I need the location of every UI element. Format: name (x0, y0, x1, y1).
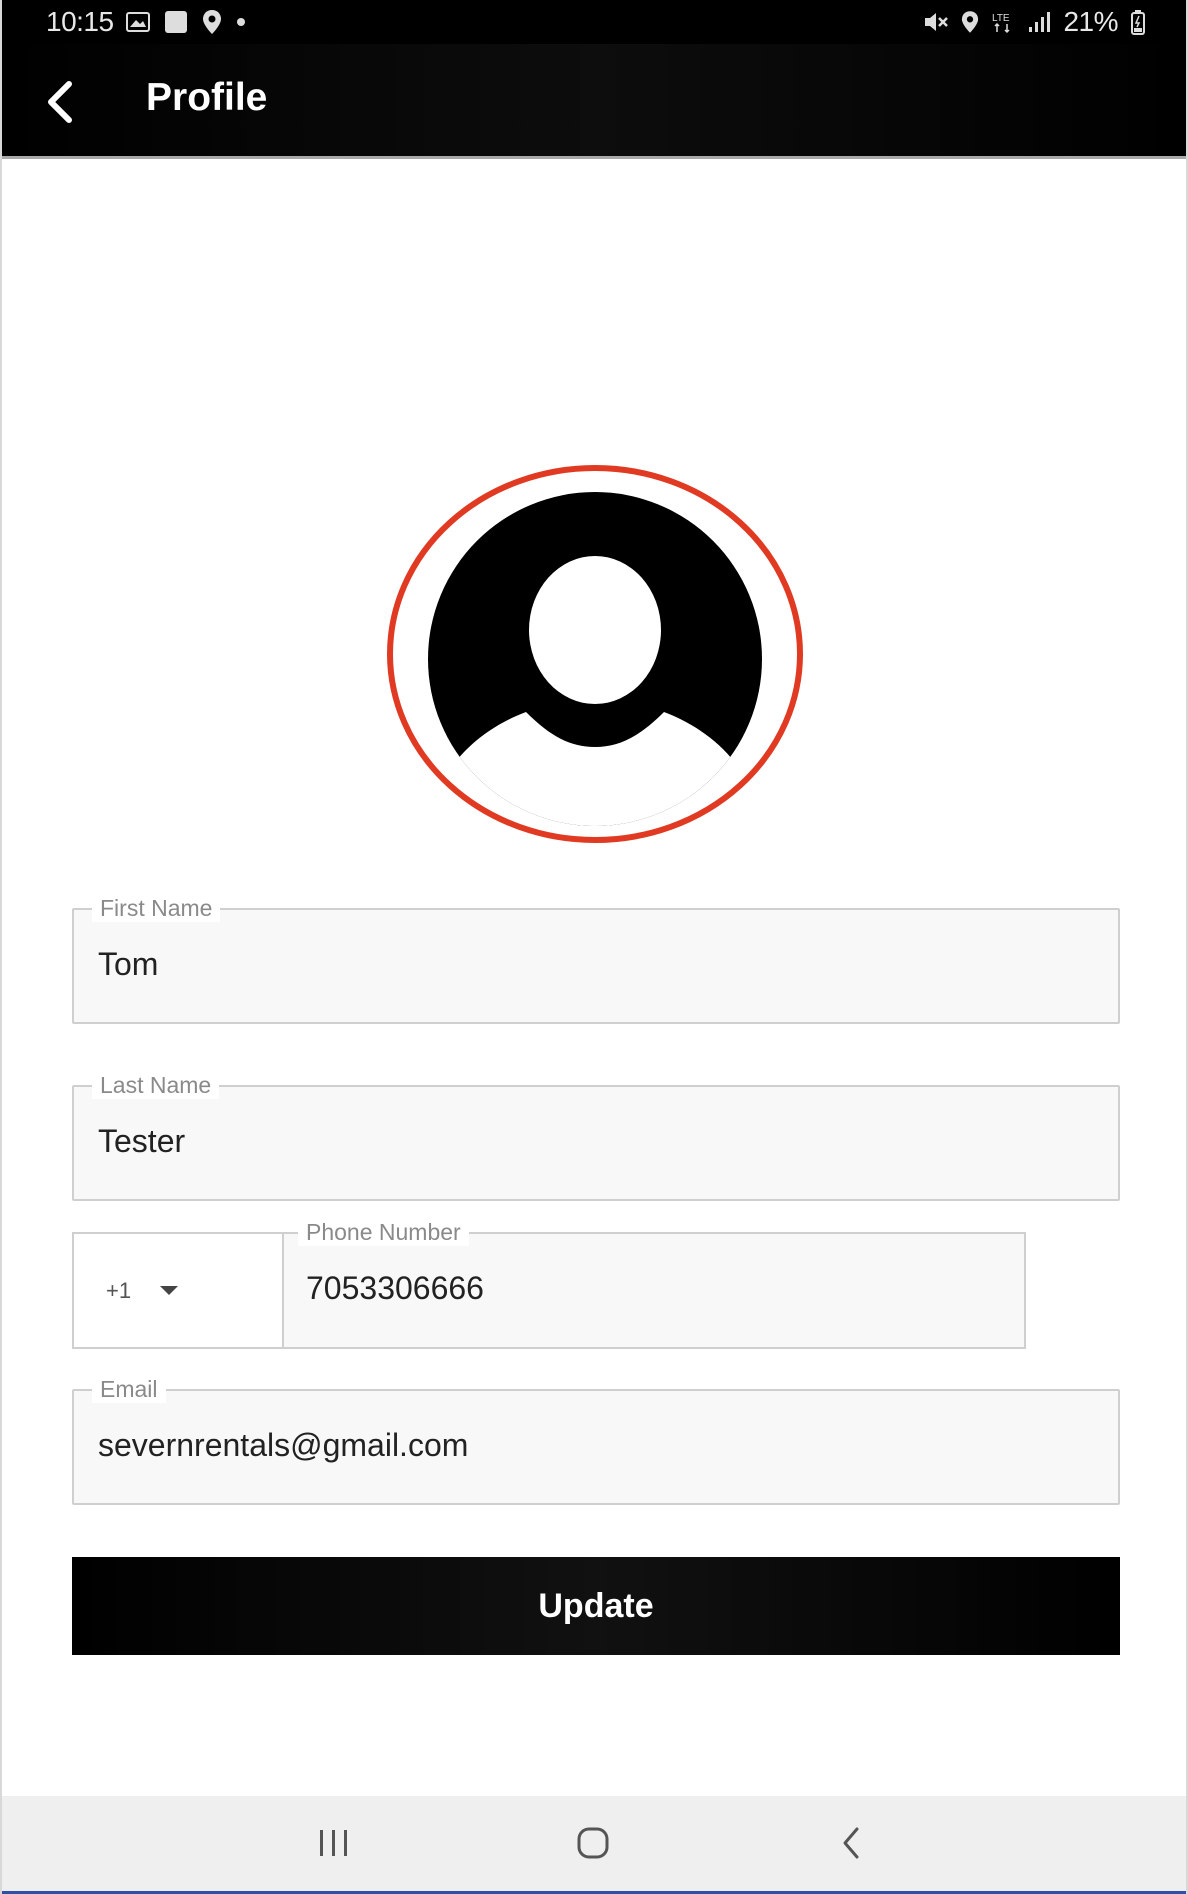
system-back-button[interactable] (822, 1818, 882, 1868)
status-right-icons: LTE 21% (923, 6, 1146, 38)
phone-number-label: Phone Number (298, 1218, 469, 1246)
location-icon (203, 10, 221, 34)
first-name-label: First Name (92, 894, 221, 922)
svg-text:LTE: LTE (992, 13, 1010, 24)
email-field[interactable]: Email severnrentals@gmail.com (72, 1375, 1120, 1505)
gallery-icon (126, 12, 150, 32)
country-code-value: +1 (106, 1278, 132, 1303)
status-time: 10:15 (46, 6, 114, 37)
battery-percent: 21% (1063, 6, 1118, 37)
status-bar: 10:15 LTE 21% (2, 0, 1186, 44)
avatar[interactable] (386, 462, 804, 846)
system-nav-bar (2, 1796, 1186, 1894)
last-name-field[interactable]: Last Name Tester (72, 1071, 1120, 1201)
signal-icon (1029, 12, 1051, 32)
back-button[interactable] (32, 74, 88, 130)
recents-button[interactable] (304, 1818, 364, 1868)
country-code-select[interactable]: +1 (72, 1232, 284, 1349)
dot-icon (237, 18, 245, 26)
back-icon (843, 1827, 859, 1859)
square-notification-icon (165, 11, 187, 33)
lte-icon: LTE (992, 13, 1010, 34)
chevron-left-icon (48, 81, 72, 123)
last-name-label: Last Name (92, 1071, 220, 1099)
battery-icon (1131, 10, 1145, 35)
mute-icon (925, 13, 949, 31)
recents-icon (320, 1830, 347, 1856)
location-icon (962, 11, 979, 33)
first-name-value: Tom (98, 946, 159, 982)
update-button[interactable]: Update (72, 1557, 1120, 1655)
email-value: severnrentals@gmail.com (98, 1427, 469, 1463)
profile-screen: 10:15 LTE 21% Profile First Name Tom Las… (0, 0, 1188, 1894)
phone-number-value: 7053306666 (306, 1270, 484, 1306)
user-avatar-icon (387, 465, 803, 843)
phone-row: +1 Phone Number 7053306666 (72, 1218, 1026, 1349)
home-button[interactable] (563, 1818, 623, 1868)
app-bar: Profile (2, 44, 1186, 159)
caret-down-icon (160, 1286, 178, 1295)
first-name-field[interactable]: First Name Tom (72, 894, 1120, 1024)
phone-number-field[interactable]: Phone Number 7053306666 (282, 1218, 1026, 1349)
page-title: Profile (146, 76, 268, 119)
status-left-icons (126, 9, 246, 35)
email-label: Email (92, 1375, 166, 1403)
home-icon (577, 1827, 609, 1859)
last-name-value: Tester (98, 1123, 186, 1159)
